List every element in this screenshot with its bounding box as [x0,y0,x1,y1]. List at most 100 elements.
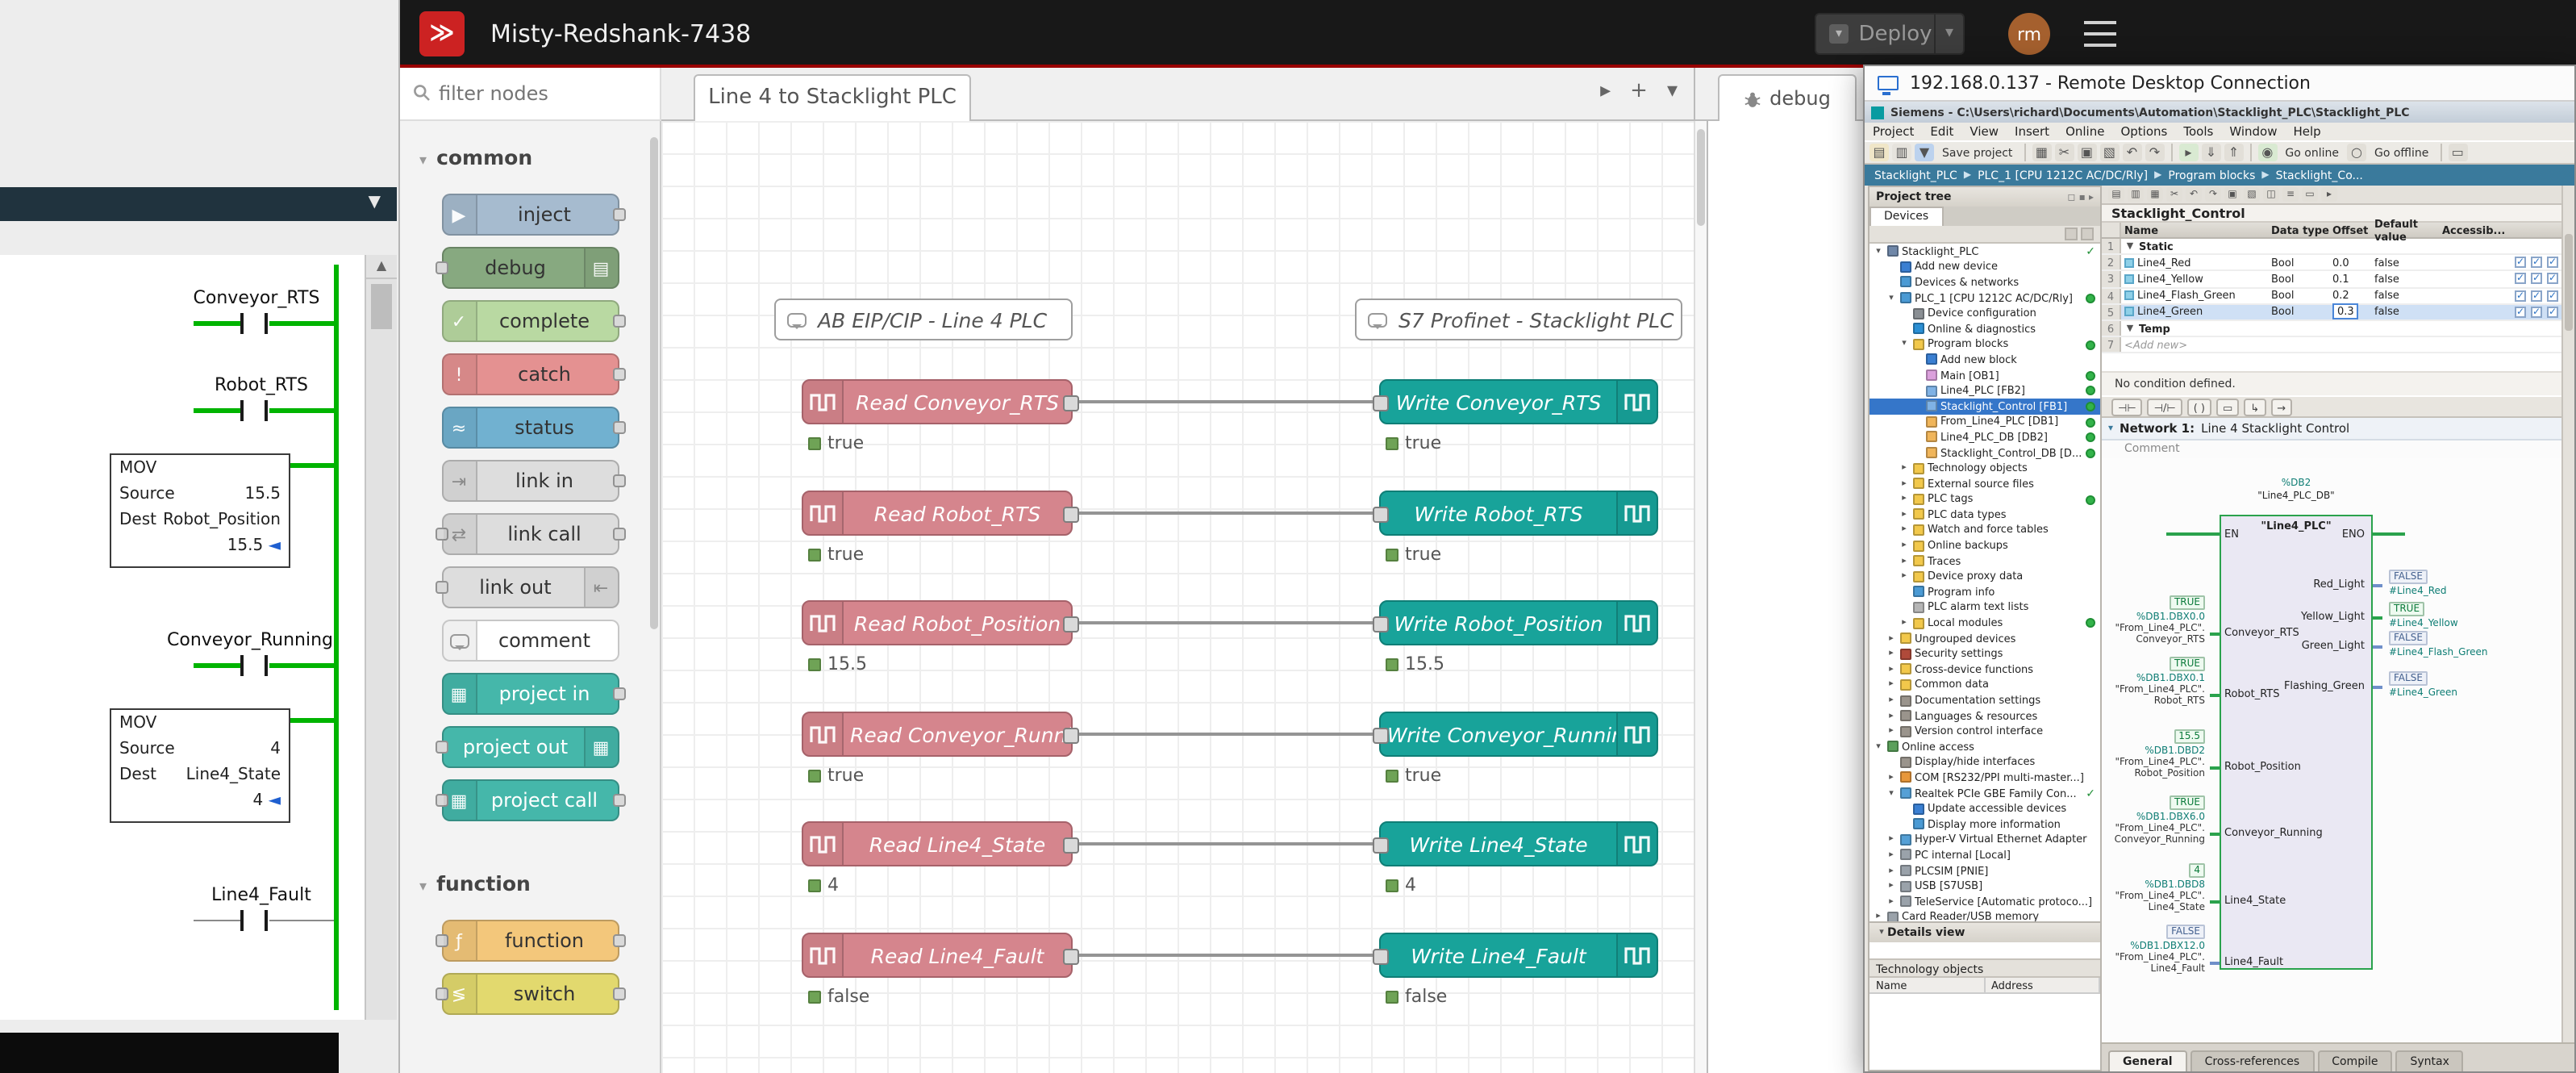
flow-node-write-robot-rts[interactable]: Write Robot_RTS [1379,491,1658,536]
palette-category-function[interactable]: ▾function [400,860,660,908]
tree-item-cross-device-functions[interactable]: ▸Cross-device functions [1869,662,2100,677]
flow-node-read-robot-rts[interactable]: Read Robot_RTS [802,491,1073,536]
editor-toolbar-icon[interactable]: ▥ [2128,187,2144,202]
editor-toolbar-icon[interactable]: ▸ [2321,187,2337,202]
paste-icon[interactable]: ▧ [2099,144,2119,161]
contact-instruction-conveyor-running[interactable] [265,655,268,676]
tree-tool-icon[interactable] [2065,228,2078,240]
flow-node-write-line4-fault[interactable]: Write Line4_Fault [1379,933,1658,978]
palette-node-catch[interactable]: !catch [441,353,619,395]
tree-item-device-configuration[interactable]: Device configuration [1869,306,2100,321]
workspace-tab[interactable]: Line 4 to Stacklight PLC [694,74,971,121]
details-view-header[interactable]: ▾ Details view [1869,923,2100,942]
checkbox-checked-icon[interactable]: ✓ [2515,307,2526,318]
tree-item-line4-plc-db-db2[interactable]: Line4_PLC_DB [DB2] [1869,429,2100,445]
checkbox-checked-icon[interactable]: ✓ [2531,257,2542,269]
scrollbar-thumb[interactable] [1697,129,1705,226]
chevron-down-icon[interactable]: ▼ [369,194,381,211]
checkbox-checked-icon[interactable]: ✓ [2531,273,2542,285]
mov-instruction-robot-position[interactable]: MOVSource15.5DestRobot_Position15.5 ◄ [110,453,290,568]
menu-online[interactable]: Online [2057,124,2112,139]
menu-tools[interactable]: Tools [2175,124,2221,139]
tree-item-stacklight-plc[interactable]: ▾Stacklight_PLC✓ [1869,244,2100,259]
tree-item-teleservice-automatic-protoco[interactable]: ▸TeleService [Automatic protoco...] [1869,894,2100,909]
menu-project[interactable]: Project [1865,124,1922,139]
flow-canvas[interactable]: AB EIP/CIP - Line 4 PLCS7 Profinet - Sta… [661,121,1694,1073]
contact-instruction-conveyor-running[interactable] [240,655,244,676]
input-operand-line4-fault[interactable]: FALSE%DB1.DBX12.0"From_Line4_PLC".Line4_… [2111,925,2205,975]
tree-item-display-hide-interfaces[interactable]: Display/hide interfaces [1869,754,2100,770]
instruction-icon[interactable]: → [2270,399,2292,416]
rdp-titlebar[interactable]: 192.168.0.137 - Remote Desktop Connectio… [1865,66,2574,102]
tree-item-device-proxy-data[interactable]: ▸Device proxy data [1869,569,2100,584]
node-output-port[interactable] [1063,728,1079,744]
tree-item-realtek-pcie-gbe-family-con[interactable]: ▾Realtek PCIe GBE Family Con...✓ [1869,786,2100,801]
window-icon[interactable]: ▭ [2448,144,2467,161]
node-input-port[interactable] [1373,616,1389,633]
deploy-button[interactable]: ▾ Deploy ▾ [1815,13,1965,55]
tree-item-local-modules[interactable]: ▸Local modules [1869,616,2100,631]
tree-item-security-settings[interactable]: ▸Security settings [1869,646,2100,662]
chevron-collapsed-icon[interactable]: ▸ [1886,881,1897,891]
tree-item-update-accessible-devices[interactable]: Update accessible devices [1869,801,2100,816]
palette-node-debug[interactable]: ▤debug [441,247,619,289]
tab-devices[interactable]: Devices [1869,207,1943,226]
tree-item-ungrouped-devices[interactable]: ▸Ungrouped devices [1869,631,2100,646]
tag-row-line4-flash-green[interactable]: 4Line4_Flash_GreenBool0.2false✓✓✓ [2102,288,2574,304]
menu-insert[interactable]: Insert [2007,124,2057,139]
ladder-scrollbar[interactable]: ▲ [365,255,397,1020]
go-offline-label[interactable]: Go offline [2370,146,2433,159]
redo-icon[interactable]: ↷ [2145,144,2164,161]
input-operand-conveyor-rts[interactable]: TRUE%DB1.DBX0.0"From_Line4_PLC".Conveyor… [2111,595,2205,645]
editor-toolbar-icon[interactable]: ▦ [2147,187,2163,202]
chevron-collapsed-icon[interactable]: ▸ [1899,478,1910,488]
checkbox-checked-icon[interactable]: ✓ [2515,273,2526,285]
flow-node-read-conveyor-running[interactable]: Read Conveyor_Running [802,712,1073,757]
instruction-icon[interactable]: ⊣/⊢ [2148,399,2182,416]
canvas-scrollbar[interactable] [1694,121,1707,1073]
details-view-section[interactable]: Technology objects [1869,958,2100,978]
tree-item-external-source-files[interactable]: ▸External source files [1869,476,2100,491]
wire[interactable] [1073,842,1379,845]
tree-item-online-backups[interactable]: ▸Online backups [1869,538,2100,553]
editor-toolbar-icon[interactable]: ◫ [2263,187,2279,202]
chevron-expanded-icon[interactable]: ▾ [1886,788,1897,798]
cut-icon[interactable]: ✂ [2054,144,2074,161]
flow-node-read-line4-state[interactable]: Read Line4_State [802,821,1073,866]
scrollbar-thumb[interactable] [2565,234,2573,331]
chevron-collapsed-icon[interactable]: ▸ [1899,495,1910,504]
tag-row-line4-red[interactable]: 2Line4_RedBool0.0false✓✓✓ [2102,255,2574,271]
tree-item-plc-data-types[interactable]: ▸PLC data types [1869,507,2100,522]
wire[interactable] [1073,511,1379,515]
instruction-icon[interactable]: ↳ [2244,399,2265,416]
tree-item-add-new-block[interactable]: Add new block [1869,352,2100,367]
editor-scrollbar[interactable] [2561,186,2574,1042]
palette-node-project-out[interactable]: ▦project out [441,726,619,768]
contact-instruction-line4-fault[interactable] [240,910,244,931]
breadcrumb-item-program-blocks[interactable]: Program blocks [2168,169,2255,182]
network-header[interactable]: ▾ Network 1: Line 4 Stacklight Control [2102,419,2574,441]
tia-titlebar[interactable]: Siemens - C:\Users\richard\Documents\Aut… [1865,102,2574,123]
palette-node-switch[interactable]: ≶switch [441,973,619,1015]
input-operand-robot-rts[interactable]: TRUE%DB1.DBX0.1"From_Line4_PLC".Robot_RT… [2111,657,2205,707]
save-project-label[interactable]: Save project [1937,146,2017,159]
palette-node-project-call[interactable]: ▦project call [441,779,619,821]
chevron-expanded-icon[interactable]: ▾ [1886,293,1897,303]
node-input-port[interactable] [1373,837,1389,854]
chevron-collapsed-icon[interactable]: ▸ [1886,665,1897,674]
checkbox-checked-icon[interactable]: ✓ [2515,290,2526,301]
tree-item-hyper-v-virtual-ethernet-adapter[interactable]: ▸Hyper-V Virtual Ethernet Adapter [1869,832,2100,847]
menu-options[interactable]: Options [2112,124,2175,139]
checkbox-checked-icon[interactable]: ✓ [2531,290,2542,301]
chevron-right-icon[interactable]: ▸ [1600,79,1611,103]
checkbox-checked-icon[interactable]: ✓ [2547,257,2558,269]
menu-edit[interactable]: Edit [1922,124,1961,139]
tag-row-line4-green[interactable]: 5Line4_GreenBool0.3false✓✓✓ [2102,305,2574,321]
copy-icon[interactable]: ▣ [2077,144,2096,161]
node-input-port[interactable] [1373,728,1389,744]
compile-icon[interactable]: ▸ [2178,144,2198,161]
tree-item-program-blocks[interactable]: ▾Program blocks [1869,336,2100,352]
tree-item-plcsim-pnie[interactable]: ▸PLCSIM [PNIE] [1869,863,2100,879]
tree-item-devices-networks[interactable]: Devices & networks [1869,274,2100,290]
palette-node-comment[interactable]: comment [441,620,619,662]
